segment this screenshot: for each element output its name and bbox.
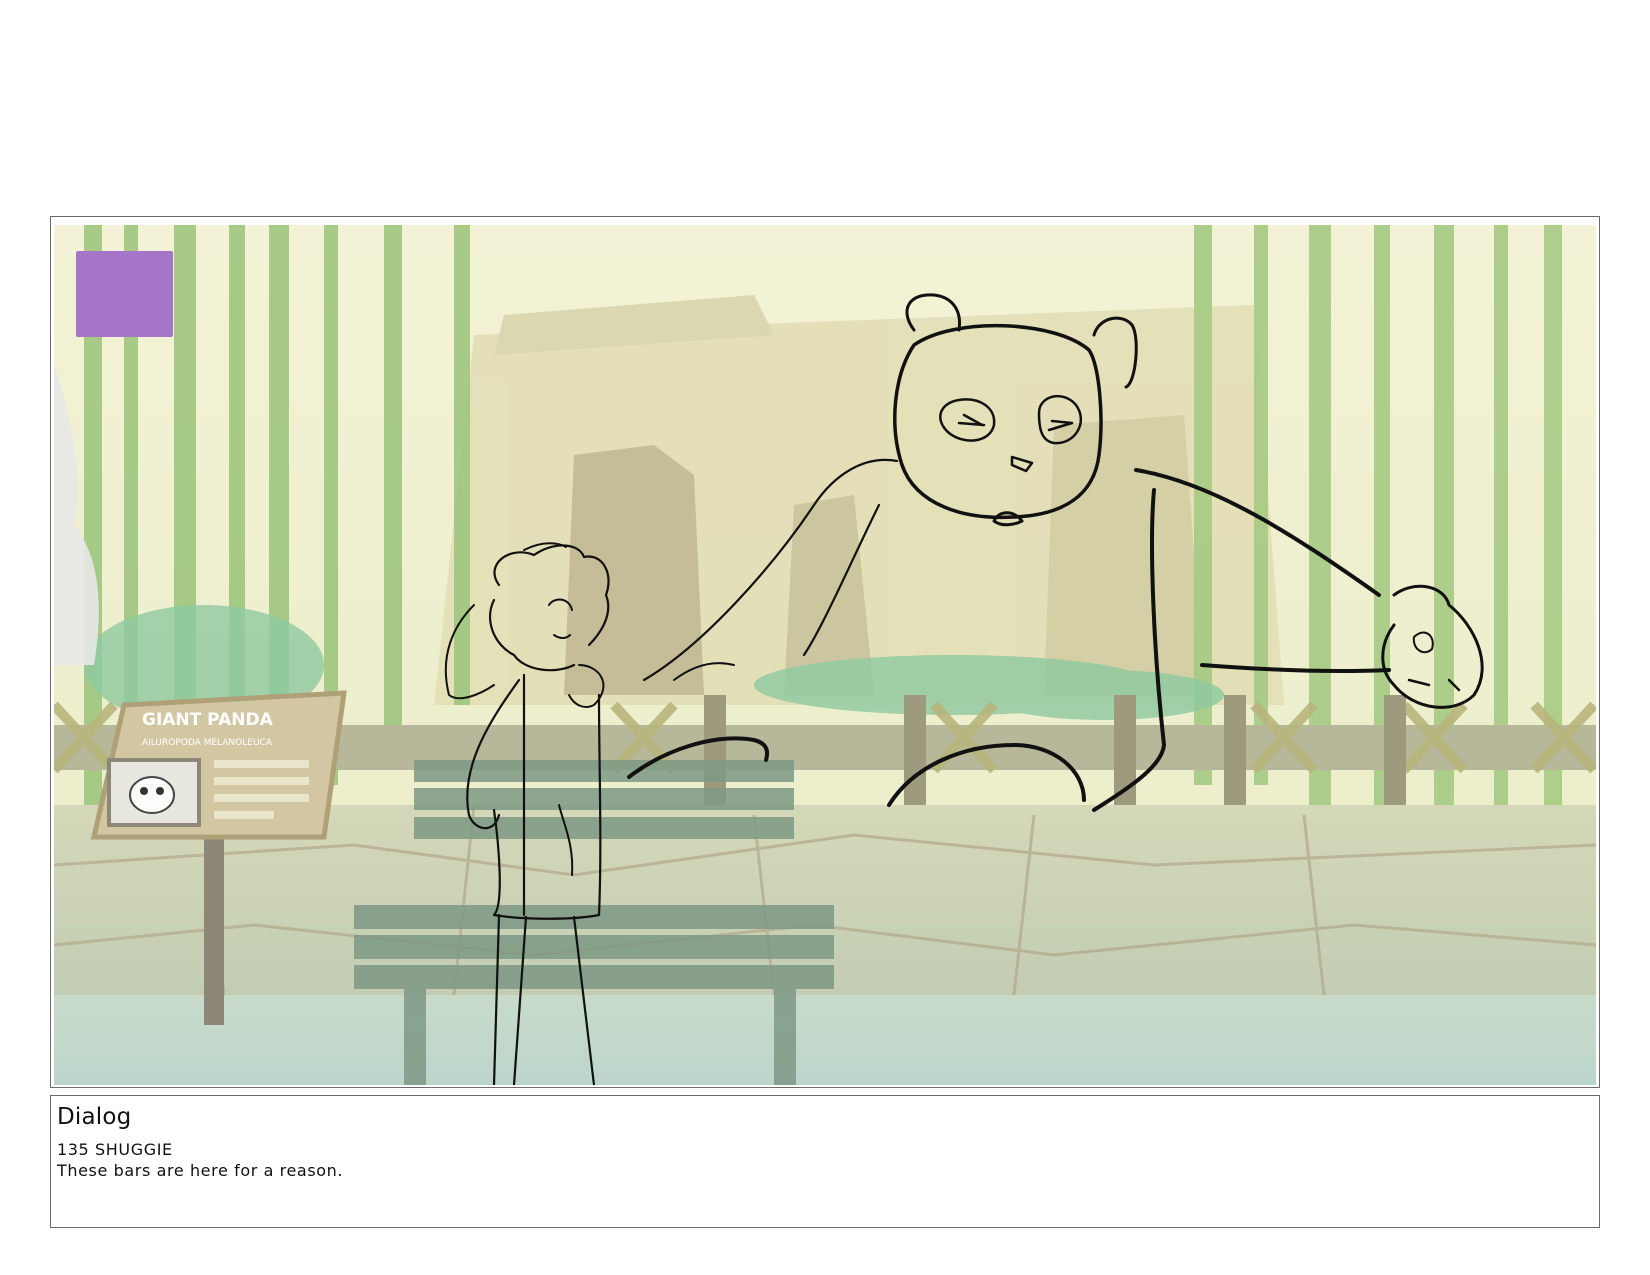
- dialog-heading: Dialog: [57, 1104, 132, 1130]
- storyboard-panel-frame: GIANT PANDA AILUROPODA MELANOLEUCA: [50, 216, 1600, 1088]
- dialog-line: These bars are here for a reason.: [57, 1161, 344, 1180]
- panel-illustration: GIANT PANDA AILUROPODA MELANOLEUCA: [54, 225, 1596, 1085]
- purple-square-marker: [76, 251, 173, 337]
- storyboard-panel-image: GIANT PANDA AILUROPODA MELANOLEUCA: [54, 225, 1596, 1085]
- dialog-box: Dialog 135 SHUGGIE These bars are here f…: [50, 1095, 1600, 1228]
- ground: [54, 995, 1596, 1085]
- sign-subtitle: AILUROPODA MELANOLEUCA: [142, 738, 273, 748]
- sign-title: GIANT PANDA: [142, 710, 274, 730]
- dialog-speaker: 135 SHUGGIE: [57, 1140, 173, 1159]
